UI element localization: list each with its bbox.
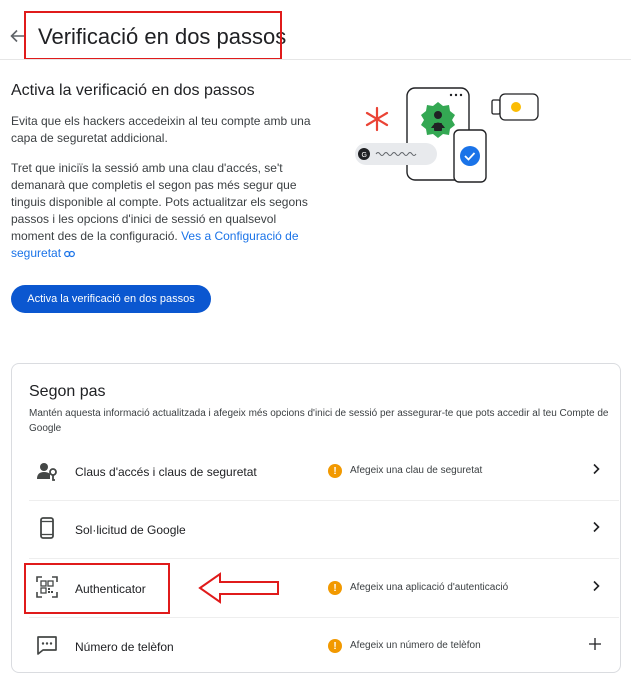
status-text: Afegeix una clau de seguretat xyxy=(350,465,483,476)
section-title: Activa la verificació en dos passos xyxy=(11,82,255,99)
warning-icon: ! xyxy=(328,639,342,653)
list-item-label: Sol·licitud de Google xyxy=(75,523,186,537)
authenticator-highlight-box xyxy=(24,563,170,614)
status-text: Afegeix una aplicació d'autenticació xyxy=(350,582,509,593)
chevron-right-icon[interactable] xyxy=(591,521,601,533)
status-text: Afegeix un número de telèfon xyxy=(350,640,481,651)
list-item-label: Número de telèfon xyxy=(75,640,174,654)
list-item-label: Claus d'accés i claus de seguretat xyxy=(75,465,257,479)
enable-2sv-button[interactable]: Activa la verificació en dos passos xyxy=(11,285,211,313)
card-description: Mantén aquesta informació actualitzada i… xyxy=(29,408,609,434)
card-title: Segon pas xyxy=(29,383,106,400)
phone-icon xyxy=(40,517,54,539)
chevron-right-icon[interactable] xyxy=(591,580,601,592)
row-divider xyxy=(29,617,619,618)
svg-text:G: G xyxy=(362,152,367,159)
warning-icon: ! xyxy=(328,464,342,478)
chevron-right-icon[interactable] xyxy=(591,463,601,475)
details-paragraph: Tret que iniciïs la sessió amb una clau … xyxy=(11,160,311,262)
title-highlight-box xyxy=(24,11,282,60)
message-icon xyxy=(37,636,57,655)
intro-paragraph: Evita que els hackers accedeixin al teu … xyxy=(11,114,311,145)
arrow-left-annotation-icon xyxy=(198,572,279,604)
row-divider xyxy=(29,500,619,501)
header-divider xyxy=(0,59,631,60)
row-divider xyxy=(29,558,619,559)
link-icon xyxy=(64,250,76,257)
security-illustration: G xyxy=(355,87,539,183)
warning-icon: ! xyxy=(328,581,342,595)
person-key-icon xyxy=(37,463,57,481)
plus-icon[interactable] xyxy=(589,638,601,650)
asterisk-icon xyxy=(365,106,389,132)
